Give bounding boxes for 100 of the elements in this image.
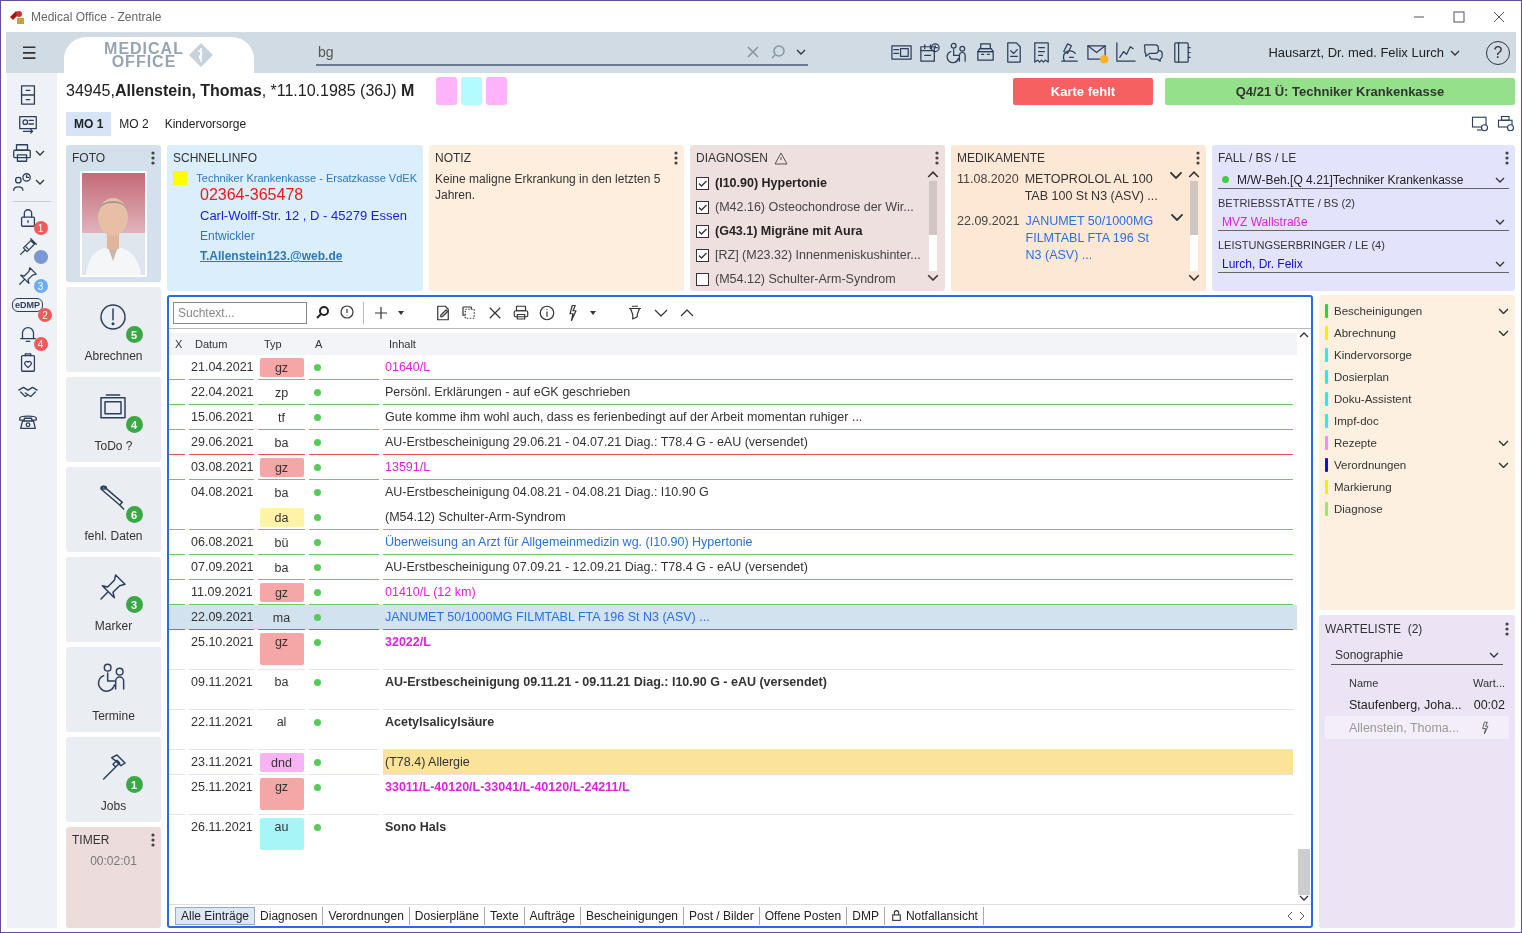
dropdown[interactable]: Lurch, Dr. Felix bbox=[1218, 255, 1509, 273]
caret-icon[interactable] bbox=[398, 310, 404, 315]
column-header[interactable]: A bbox=[309, 338, 383, 350]
more-icon[interactable] bbox=[151, 833, 155, 847]
tab[interactable]: Kindervorsorge bbox=[156, 111, 255, 136]
chevron-down-icon[interactable] bbox=[34, 178, 45, 185]
selected-row[interactable]: 22.09.2021 ma JANUMET 50/1000MG FILMTABL FTA 196 St N3 (ASV) ... bbox=[169, 605, 1297, 630]
more-icon[interactable] bbox=[935, 151, 939, 165]
scroll-down-icon[interactable] bbox=[927, 273, 939, 281]
tab[interactable]: Notfallansicht bbox=[884, 906, 984, 925]
list-item[interactable]: Abrechnung bbox=[1325, 322, 1509, 344]
list-item[interactable]: Verordnungen bbox=[1325, 454, 1509, 476]
list-item[interactable]: Doku-Assistent bbox=[1325, 388, 1509, 410]
checkbox[interactable] bbox=[696, 248, 709, 262]
tab[interactable]: Verordnungen bbox=[323, 906, 410, 925]
column-header[interactable]: Name bbox=[1349, 677, 1465, 689]
list-item[interactable]: Bescheinigungen bbox=[1325, 300, 1509, 322]
edit-icon[interactable] bbox=[434, 303, 452, 322]
tab[interactable]: Post / Bilder bbox=[684, 906, 760, 925]
list-item[interactable]: Dosierplan bbox=[1325, 366, 1509, 388]
copy-icon[interactable] bbox=[460, 303, 478, 322]
search-field[interactable]: bg bbox=[316, 39, 808, 66]
tab[interactable]: MO 2 bbox=[111, 111, 157, 136]
column-header[interactable]: Inhalt bbox=[383, 338, 1297, 350]
search-field[interactable]: Suchtext... bbox=[173, 301, 307, 324]
scrollbar-thumb[interactable] bbox=[1298, 849, 1310, 895]
tab[interactable]: Diagnosen bbox=[255, 906, 324, 925]
dropdown[interactable]: M/W-Beh.[Q 4.21]Techniker Krankenkasse bbox=[1218, 171, 1509, 189]
more-icon[interactable] bbox=[151, 151, 155, 165]
people-icon[interactable] bbox=[946, 41, 969, 64]
filter-icon[interactable] bbox=[626, 303, 644, 322]
chevron-down-icon[interactable] bbox=[796, 48, 806, 55]
scroll-up-icon[interactable] bbox=[1299, 332, 1309, 338]
more-icon[interactable] bbox=[674, 151, 678, 165]
chevron-down-icon[interactable] bbox=[1489, 651, 1499, 658]
tab[interactable]: MO 1 bbox=[66, 111, 112, 136]
checkbox[interactable] bbox=[696, 200, 709, 214]
waitlist-row[interactable]: Staufenberg, Joha... 00:02 bbox=[1325, 693, 1509, 716]
tab[interactable]: Alle Einträge bbox=[175, 906, 256, 925]
tab[interactable]: Bescheinigungen bbox=[580, 906, 684, 925]
list-item[interactable]: Kindervorsorge bbox=[1325, 344, 1509, 366]
comment-search-icon[interactable] bbox=[339, 304, 355, 321]
tab[interactable]: DMP bbox=[847, 906, 885, 925]
menu-button[interactable]: ☰ bbox=[6, 32, 52, 73]
scroll-left-icon[interactable] bbox=[1287, 910, 1293, 921]
more-icon[interactable] bbox=[1505, 622, 1509, 636]
tab[interactable]: Offene Posten bbox=[759, 906, 848, 925]
scroll-up-icon[interactable] bbox=[927, 171, 939, 179]
checkbox[interactable] bbox=[696, 272, 709, 286]
expand-icon[interactable] bbox=[1169, 213, 1184, 222]
column-header[interactable]: X bbox=[169, 338, 189, 350]
chevron-down-icon[interactable] bbox=[1495, 218, 1505, 225]
list-item[interactable]: Markierung bbox=[1325, 476, 1509, 498]
tab[interactable]: Texte bbox=[484, 906, 525, 925]
insurance-status-button[interactable]: Q4/21 Ü: Techniker Krankenkasse bbox=[1165, 77, 1515, 105]
chevron-down-icon[interactable] bbox=[1495, 176, 1505, 183]
column-header[interactable]: Wart... bbox=[1465, 677, 1505, 689]
tile-label[interactable]: Abrechnen bbox=[84, 349, 143, 363]
info-icon[interactable] bbox=[538, 303, 556, 322]
column-header[interactable]: Datum bbox=[189, 338, 258, 350]
chevron-down-icon[interactable] bbox=[1450, 49, 1460, 56]
column-header[interactable]: Typ bbox=[258, 338, 309, 350]
scroll-down-icon[interactable] bbox=[1188, 273, 1200, 281]
chevron-down-icon[interactable] bbox=[34, 149, 45, 156]
expand-icon[interactable] bbox=[1498, 307, 1509, 315]
more-icon[interactable] bbox=[1196, 151, 1200, 165]
more-icon[interactable] bbox=[1505, 151, 1509, 165]
scroll-up-icon[interactable] bbox=[1188, 171, 1200, 179]
expand-icon[interactable] bbox=[1168, 171, 1183, 180]
cash-register-icon[interactable] bbox=[974, 41, 997, 64]
calendar-clock-icon[interactable] bbox=[918, 41, 941, 64]
expand-icon[interactable] bbox=[1498, 461, 1509, 469]
expand-icon[interactable] bbox=[1498, 439, 1509, 447]
tab[interactable]: Dosierpläne bbox=[409, 906, 485, 925]
printer-settings-icon[interactable] bbox=[1497, 114, 1515, 133]
tile-label[interactable]: Marker bbox=[94, 619, 133, 633]
dropdown[interactable]: Sonographie bbox=[1331, 645, 1503, 665]
microscope-icon[interactable] bbox=[1058, 41, 1081, 64]
chat-icon[interactable] bbox=[1142, 41, 1165, 64]
scroll-right-icon[interactable] bbox=[1299, 910, 1305, 921]
user-menu[interactable]: Hausarzt, Dr. med. Felix Lurch bbox=[1262, 32, 1466, 73]
caret-icon[interactable] bbox=[590, 310, 596, 315]
checkbox[interactable] bbox=[696, 176, 709, 190]
monitor-settings-icon[interactable] bbox=[1471, 114, 1489, 133]
tile-label[interactable]: fehl. Daten bbox=[84, 529, 143, 543]
checkbox[interactable] bbox=[696, 224, 709, 238]
chevron-down-icon[interactable] bbox=[1495, 260, 1505, 267]
list-item[interactable]: Impf-doc bbox=[1325, 410, 1509, 432]
expand-icon[interactable] bbox=[1498, 329, 1509, 337]
list-item[interactable]: Rezepte bbox=[1325, 432, 1509, 454]
sidebar-button[interactable]: eDMP 2 bbox=[12, 293, 52, 322]
tile-label[interactable]: Jobs bbox=[100, 799, 127, 813]
close-icon[interactable] bbox=[1493, 10, 1505, 23]
email-link[interactable]: T.Allenstein123.@web.de bbox=[200, 249, 343, 263]
list-item[interactable]: Diagnose bbox=[1325, 498, 1509, 520]
tab[interactable]: Aufträge bbox=[524, 906, 581, 925]
search-icon[interactable] bbox=[315, 304, 331, 321]
chart-icon[interactable] bbox=[1114, 41, 1137, 64]
print-icon[interactable] bbox=[512, 303, 530, 322]
scroll-down-icon[interactable] bbox=[1299, 895, 1309, 901]
